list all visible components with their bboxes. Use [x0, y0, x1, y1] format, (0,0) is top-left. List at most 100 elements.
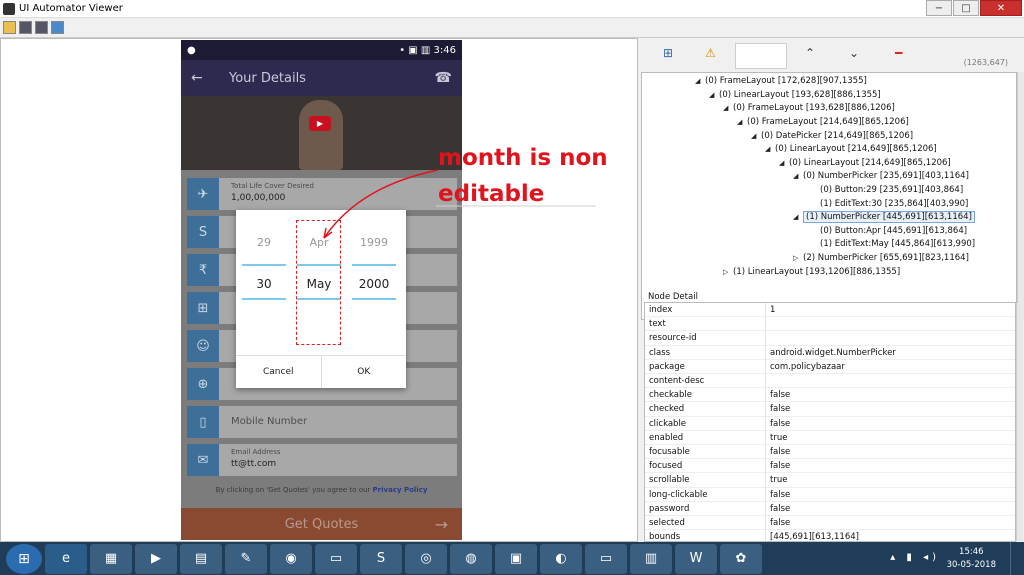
minimize-button[interactable]: −	[926, 0, 952, 16]
notification-icon: ●	[187, 44, 196, 56]
system-tray[interactable]: ▴ ▮ ◂)	[890, 552, 940, 563]
detail-row[interactable]: long-clickable false	[645, 487, 1015, 502]
video-banner[interactable]: ▶	[181, 96, 462, 170]
day-picker[interactable]: 29 30	[236, 210, 292, 355]
start-button[interactable]: ⊞	[6, 543, 42, 574]
cancel-button[interactable]: Cancel	[236, 356, 322, 388]
cmd-icon[interactable]: ▭	[315, 543, 357, 574]
eclipse-icon[interactable]: ◐	[540, 543, 582, 574]
save-icon[interactable]	[51, 21, 64, 34]
detail-row[interactable]: password false	[645, 501, 1015, 516]
detail-row[interactable]: content-desc	[645, 374, 1015, 389]
tree-node[interactable]: ◢ (0) LinearLayout [214,649][865,1206]	[765, 144, 937, 154]
person-icon: ☺	[187, 330, 219, 362]
privacy-policy-link[interactable]: Privacy Policy	[373, 486, 428, 494]
tree-node[interactable]: ◢ (0) FrameLayout [214,649][865,1206]	[737, 117, 909, 127]
chrome-icon[interactable]: ◎	[405, 543, 447, 574]
detail-value: false	[770, 447, 791, 457]
firefox-icon[interactable]: ◍	[450, 543, 492, 574]
field-value: 1,00,00,000	[231, 193, 286, 203]
detail-value: false	[770, 390, 791, 401]
warning-icon[interactable]: ⚠	[705, 46, 716, 60]
tree-node[interactable]: ◢ (0) LinearLayout [214,649][865,1206]	[779, 158, 951, 168]
close-button[interactable]: ✕	[980, 0, 1022, 16]
ok-button[interactable]: OK	[322, 356, 407, 388]
compressed-screenshot-icon[interactable]	[35, 21, 48, 34]
paint-icon[interactable]: ✎	[225, 543, 267, 574]
chevron-down-icon[interactable]: ⌄	[849, 46, 859, 60]
year-current[interactable]: 2000	[346, 277, 402, 291]
year-prev[interactable]: 1999	[346, 236, 402, 249]
year-picker[interactable]: 1999 2000	[346, 210, 402, 355]
detail-scrollbar[interactable]	[1016, 303, 1023, 541]
detail-row[interactable]: class android.widget.NumberPicker	[645, 345, 1015, 360]
detail-row[interactable]: resource-id	[645, 331, 1015, 346]
mobile-icon: ▯	[187, 406, 219, 438]
detail-row[interactable]: focused false	[645, 459, 1015, 474]
outlook-icon[interactable]: ◉	[270, 543, 312, 574]
skype-icon[interactable]: S	[360, 543, 402, 574]
detail-row[interactable]: checkable false	[645, 388, 1015, 403]
node-detail-table[interactable]: index 1 text resource-id class android.widget…	[644, 302, 1016, 542]
detail-row[interactable]: bounds [445,691][613,1164]	[645, 530, 1015, 541]
tree-node[interactable]: (0) Button:Apr [445,691][613,864]	[810, 226, 967, 236]
play-icon[interactable]: ▶	[309, 116, 331, 131]
tree-node[interactable]: ▷ (1) LinearLayout [193,1206][886,1355]	[723, 267, 900, 277]
tree-node-selected[interactable]: ◢ (1) NumberPicker [445,691][613,1164]	[793, 211, 975, 223]
detail-row[interactable]: scrollable true	[645, 473, 1015, 488]
maximize-button[interactable]: □	[953, 0, 979, 16]
email-row[interactable]: ✉ Email Address tt@tt.com	[187, 444, 457, 476]
mobile-number-row[interactable]: ▯ Mobile Number	[187, 406, 457, 438]
tree-node[interactable]: ◢ (0) FrameLayout [172,628][907,1355]	[695, 76, 867, 86]
viewer-icon[interactable]: ▣	[495, 543, 537, 574]
day-current[interactable]: 30	[236, 277, 292, 291]
expand-all-icon[interactable]: ⊞	[663, 46, 673, 60]
chevron-up-icon[interactable]: ⌃	[805, 46, 815, 60]
back-arrow-icon[interactable]: ←	[191, 70, 229, 86]
media-player-icon[interactable]: ▶	[135, 543, 177, 574]
explorer-icon[interactable]: ▤	[180, 543, 222, 574]
detail-row[interactable]: selected false	[645, 516, 1015, 531]
device-screenshot-icon[interactable]	[19, 21, 32, 34]
tree-node[interactable]: ◢ (0) DatePicker [214,649][865,1206]	[751, 131, 913, 141]
detail-row[interactable]: checked false	[645, 402, 1015, 417]
life-cover-row[interactable]: ✈ Total Life Cover Desired 1,00,00,000	[187, 178, 457, 210]
detail-key: focusable	[649, 447, 690, 457]
show-desktop-button[interactable]	[1010, 542, 1024, 575]
consent-label: By clicking on 'Get Quotes' you agree to…	[215, 486, 371, 494]
detail-row[interactable]: index 1	[645, 303, 1015, 318]
day-prev[interactable]: 29	[236, 236, 292, 249]
clock-date: 30-05-2018	[946, 560, 996, 570]
tree-node[interactable]: ◢ (0) FrameLayout [193,628][886,1206]	[723, 103, 895, 113]
tree-node[interactable]: (0) Button:29 [235,691][403,864]	[810, 185, 963, 195]
detail-row[interactable]: clickable false	[645, 416, 1015, 431]
clock[interactable]: 15:46 30-05-2018	[947, 546, 996, 572]
paint-palette-icon[interactable]: ✿	[720, 543, 762, 574]
clear-icon[interactable]: ━	[895, 46, 902, 60]
detail-row[interactable]: focusable false	[645, 445, 1015, 460]
hierarchy-tree[interactable]: ◢ (0) FrameLayout [172,628][907,1355] ◢ (0…	[641, 72, 1017, 320]
field-label: Email Address	[231, 448, 281, 456]
get-quotes-button[interactable]: Get Quotes →	[181, 508, 462, 540]
detail-row[interactable]: package com.policybazaar	[645, 359, 1015, 374]
tree-node[interactable]: ▷ (2) NumberPicker [655,691][823,1164]	[793, 253, 969, 263]
ie-icon[interactable]: e	[45, 543, 87, 574]
cmd2-icon[interactable]: ▭	[585, 543, 627, 574]
notepad-icon[interactable]: ▥	[630, 543, 672, 574]
detail-row[interactable]: enabled true	[645, 430, 1015, 445]
open-folder-icon[interactable]	[3, 21, 16, 34]
inspector-toolbar: ⊞ ⚠ ⌃ ⌄ ━ (1263,647)	[641, 38, 1024, 72]
email-field[interactable]: tt@tt.com	[231, 459, 276, 469]
detail-row[interactable]: text	[645, 317, 1015, 332]
mobile-number-input[interactable]: Mobile Number	[231, 416, 307, 427]
search-input[interactable]	[735, 43, 787, 69]
tree-node[interactable]: ◢ (0) LinearLayout [193,628][886,1355]	[709, 90, 881, 100]
calculator-icon[interactable]: ▦	[90, 543, 132, 574]
tree-node[interactable]: (1) EditText:30 [235,864][403,990]	[810, 199, 968, 209]
status-bar: ● • ▣ ▥ 3:46	[181, 40, 462, 60]
tree-scrollbar[interactable]	[1017, 72, 1024, 320]
tree-node[interactable]: ◢ (0) NumberPicker [235,691][403,1164]	[793, 171, 969, 181]
tree-node[interactable]: (1) EditText:May [445,864][613,990]	[810, 239, 975, 249]
word-icon[interactable]: W	[675, 543, 717, 574]
phone-icon[interactable]: ☎	[435, 70, 452, 86]
